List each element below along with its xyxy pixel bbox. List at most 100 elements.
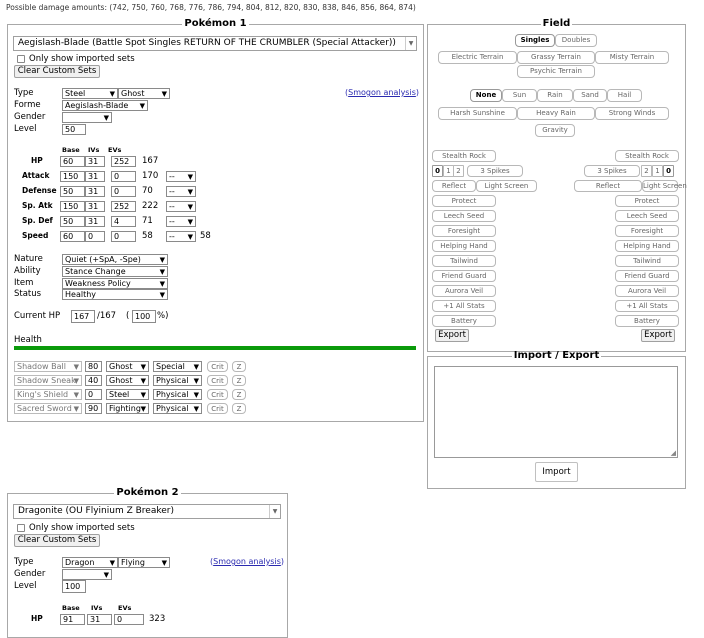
ev-input-speed[interactable]: 0: [111, 231, 136, 242]
move-select-4[interactable]: Sacred Sword ▼: [14, 403, 82, 414]
z-move-toggle-2[interactable]: Z: [232, 375, 246, 386]
gender-select-2[interactable]: ▼: [62, 569, 112, 580]
current-hp-input[interactable]: 167: [71, 310, 95, 323]
ev-input-defense[interactable]: 0: [111, 186, 136, 197]
terrain-grassy[interactable]: Grassy Terrain: [517, 51, 595, 64]
spikes-left-2[interactable]: 2: [453, 165, 464, 177]
friend-guard-left[interactable]: Friend Guard: [432, 270, 496, 282]
leech-seed-left[interactable]: Leech Seed: [432, 210, 496, 222]
iv-input-hp[interactable]: 31: [85, 156, 105, 167]
ev-input-sp-atk[interactable]: 252: [111, 201, 136, 212]
foresight-left[interactable]: Foresight: [432, 225, 496, 237]
terrain-psychic[interactable]: Psychic Terrain: [517, 65, 595, 78]
protect-left[interactable]: Protect: [432, 195, 496, 207]
spikes-right-0[interactable]: 0: [663, 165, 674, 177]
battery-left[interactable]: Battery: [432, 315, 496, 327]
level-input-1[interactable]: 50: [62, 124, 86, 135]
helping-hand-right[interactable]: Helping Hand: [615, 240, 679, 252]
nature-select[interactable]: Quiet (+SpA, -Spe) ▼: [62, 254, 168, 265]
clear-custom-sets-button-1[interactable]: Clear Custom Sets: [14, 65, 100, 78]
move-type-select-4[interactable]: Fighting ▼: [106, 403, 149, 414]
move-bp-input-2[interactable]: 40: [85, 375, 102, 386]
move-select-2[interactable]: Shadow Sneak ▼: [14, 375, 82, 386]
iv-input-sp-atk[interactable]: 31: [85, 201, 105, 212]
weather-rain[interactable]: Rain: [537, 89, 573, 102]
light-screen-left[interactable]: Light Screen: [476, 180, 537, 192]
terrain-electric[interactable]: Electric Terrain: [438, 51, 517, 64]
only-imported-checkbox-1[interactable]: [17, 55, 25, 63]
import-textarea[interactable]: ◢: [434, 366, 678, 458]
1-all-stats-right[interactable]: +1 All Stats: [615, 300, 679, 312]
reflect-left[interactable]: Reflect: [432, 180, 476, 192]
spikes-right-2[interactable]: 2: [641, 165, 652, 177]
only-imported-checkbox-2[interactable]: [17, 524, 25, 532]
level-input-2[interactable]: 100: [62, 580, 86, 593]
leech-seed-right[interactable]: Leech Seed: [615, 210, 679, 222]
iv-input-sp-def[interactable]: 31: [85, 216, 105, 227]
format-doubles[interactable]: Doubles: [555, 34, 597, 47]
weather-none[interactable]: None: [470, 89, 502, 102]
format-singles[interactable]: Singles: [515, 34, 555, 47]
boost-select-sp-atk[interactable]: -- ▼: [166, 201, 196, 212]
helping-hand-left[interactable]: Helping Hand: [432, 240, 496, 252]
base-input-speed[interactable]: 60: [60, 231, 85, 242]
ev-input-hp-2[interactable]: 0: [114, 614, 144, 625]
base-input-defense[interactable]: 50: [60, 186, 85, 197]
clear-custom-sets-button-2[interactable]: Clear Custom Sets: [14, 534, 100, 547]
forme-select[interactable]: Aegislash-Blade ▼: [62, 100, 148, 111]
friend-guard-right[interactable]: Friend Guard: [615, 270, 679, 282]
move-type-select-1[interactable]: Ghost ▼: [106, 361, 149, 372]
item-select[interactable]: Weakness Policy ▼: [62, 278, 168, 289]
move-select-1[interactable]: Shadow Ball ▼: [14, 361, 82, 372]
aurora-veil-right[interactable]: Aurora Veil: [615, 285, 679, 297]
spikes-left-0[interactable]: 0: [432, 165, 443, 177]
foresight-right[interactable]: Foresight: [615, 225, 679, 237]
boost-select-speed[interactable]: -- ▼: [166, 231, 196, 242]
boost-select-defense[interactable]: -- ▼: [166, 186, 196, 197]
gender-select-1[interactable]: ▼: [62, 112, 112, 123]
stealth-rock-left[interactable]: Stealth Rock: [432, 150, 496, 162]
type2-select-1[interactable]: Ghost ▼: [118, 88, 170, 99]
move-category-select-1[interactable]: Special ▼: [153, 361, 202, 372]
iv-input-hp-2[interactable]: 31: [87, 614, 112, 625]
spikes-left-label[interactable]: 3 Spikes: [467, 165, 523, 177]
move-category-select-3[interactable]: Physical ▼: [153, 389, 202, 400]
move-type-select-2[interactable]: Ghost ▼: [106, 375, 149, 386]
weather-harsh-sunshine[interactable]: Harsh Sunshine: [438, 107, 517, 120]
tailwind-left[interactable]: Tailwind: [432, 255, 496, 267]
boost-select-attack[interactable]: -- ▼: [166, 171, 196, 182]
ev-input-attack[interactable]: 0: [111, 171, 136, 182]
weather-strong-winds[interactable]: Strong Winds: [595, 107, 669, 120]
boost-select-sp-def[interactable]: -- ▼: [166, 216, 196, 227]
move-category-select-2[interactable]: Physical ▼: [153, 375, 202, 386]
set-select-1[interactable]: Aegislash-Blade (Battle Spot Singles RET…: [13, 36, 417, 51]
crit-toggle-2[interactable]: Crit: [207, 375, 228, 386]
gravity-toggle[interactable]: Gravity: [535, 124, 575, 137]
ev-input-sp-def[interactable]: 4: [111, 216, 136, 227]
move-bp-input-3[interactable]: 0: [85, 389, 102, 400]
hp-percent-input[interactable]: 100: [132, 310, 156, 323]
ability-select[interactable]: Stance Change ▼: [62, 266, 168, 277]
base-input-sp-atk[interactable]: 150: [60, 201, 85, 212]
aurora-veil-left[interactable]: Aurora Veil: [432, 285, 496, 297]
smogon-analysis-link-1[interactable]: (Smogon analysis): [345, 88, 419, 97]
protect-right[interactable]: Protect: [615, 195, 679, 207]
stealth-rock-right[interactable]: Stealth Rock: [615, 150, 679, 162]
base-input-hp-2[interactable]: 91: [60, 614, 85, 625]
reflect-right[interactable]: Reflect: [574, 180, 642, 192]
weather-hail[interactable]: Hail: [607, 89, 642, 102]
base-input-hp[interactable]: 60: [60, 156, 85, 167]
z-move-toggle-1[interactable]: Z: [232, 361, 246, 372]
move-bp-input-1[interactable]: 80: [85, 361, 102, 372]
spikes-right-1[interactable]: 1: [652, 165, 663, 177]
move-category-select-4[interactable]: Physical ▼: [153, 403, 202, 414]
iv-input-defense[interactable]: 31: [85, 186, 105, 197]
move-bp-input-4[interactable]: 90: [85, 403, 102, 414]
iv-input-speed[interactable]: 0: [85, 231, 105, 242]
move-type-select-3[interactable]: Steel ▼: [106, 389, 149, 400]
import-button[interactable]: Import: [535, 462, 578, 482]
base-input-sp-def[interactable]: 50: [60, 216, 85, 227]
type1-select-1[interactable]: Steel ▼: [62, 88, 118, 99]
set-select-2[interactable]: Dragonite (OU Flyinium Z Breaker) ▼: [13, 504, 281, 519]
status-select[interactable]: Healthy ▼: [62, 289, 168, 300]
